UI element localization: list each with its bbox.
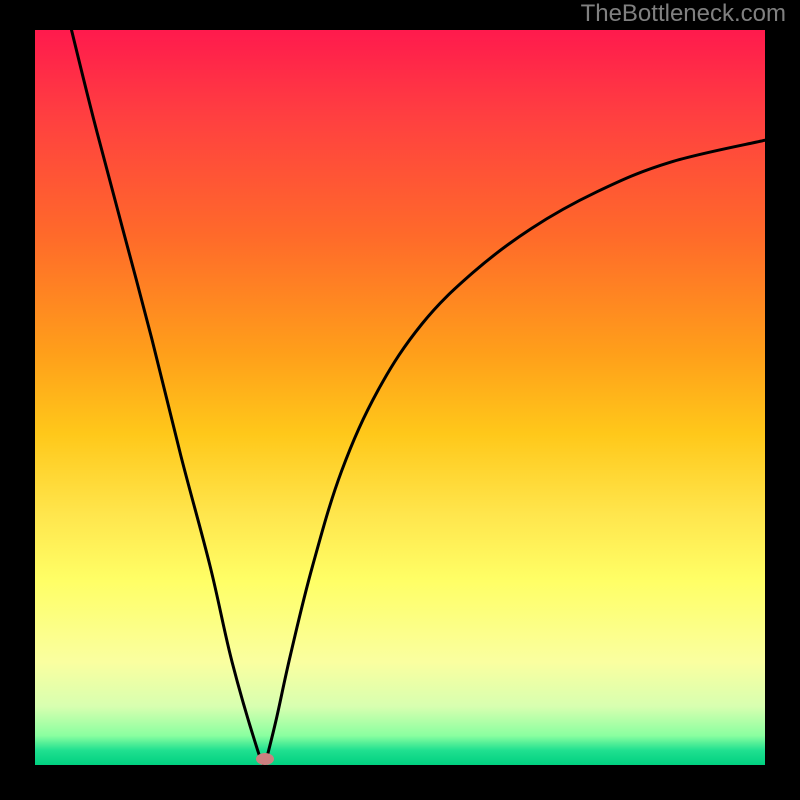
curve-right-branch <box>265 140 765 765</box>
curve-svg <box>35 30 765 765</box>
chart-container: TheBottleneck.com <box>0 0 800 800</box>
curve-left-branch <box>72 30 265 765</box>
watermark-text: TheBottleneck.com <box>581 0 786 28</box>
minimum-marker <box>256 753 274 765</box>
plot-area <box>35 30 765 765</box>
